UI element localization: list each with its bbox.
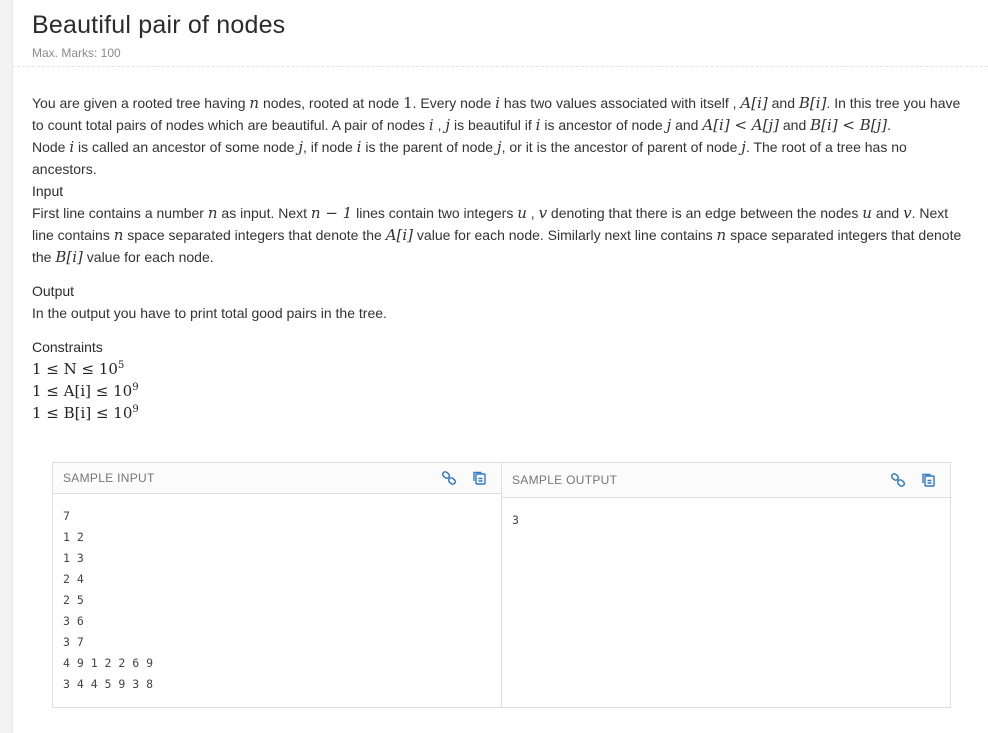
- math: u: [517, 204, 527, 222]
- constraint-b: 1 ≤ B[i] ≤ 109: [32, 402, 968, 424]
- math: B[i]: [55, 248, 83, 266]
- math-n: n: [249, 94, 260, 112]
- constraints-heading: Constraints: [32, 339, 103, 355]
- text: nodes, rooted at node: [259, 95, 404, 111]
- math: v: [903, 204, 912, 222]
- math: n: [113, 226, 124, 244]
- math-compare-a: A[i] < A[j]: [702, 116, 779, 134]
- problem-header: Beautiful pair of nodes Max. Marks: 100: [32, 8, 976, 60]
- math: A[i]: [385, 226, 414, 244]
- text: space separated integers that denote the: [123, 227, 386, 243]
- text: , if node: [302, 139, 357, 155]
- link-icon[interactable]: [890, 472, 906, 488]
- text: , or it is the ancestor of parent of nod…: [501, 139, 742, 155]
- text: First line contains a number: [32, 205, 208, 221]
- math: n: [716, 226, 727, 244]
- text: . Every node: [412, 95, 496, 111]
- math-compare-b: B[i] < B[j]: [810, 116, 888, 134]
- samples-panel: SAMPLE INPUT 7 1 2 1 3 2 4 2 5 3 6 3 7 4…: [52, 462, 951, 708]
- sample-input-box: SAMPLE INPUT 7 1 2 1 3 2 4 2 5 3 6 3 7 4…: [53, 463, 501, 707]
- text: lines contain two integers: [352, 205, 518, 221]
- text: is called an ancestor of some node: [74, 139, 299, 155]
- text: ,: [526, 205, 539, 221]
- sample-input-header: SAMPLE INPUT: [53, 463, 501, 494]
- exponent: 9: [132, 404, 139, 415]
- math: n: [207, 204, 218, 222]
- text: You are given a rooted tree having: [32, 95, 250, 111]
- constraint-text: 1 ≤ N ≤ 10: [32, 360, 118, 378]
- sample-output-box: SAMPLE OUTPUT 3: [501, 463, 950, 707]
- header-divider: [12, 66, 988, 67]
- constraint-text: 1 ≤ A[i] ≤ 10: [32, 382, 133, 400]
- statement-paragraph-2: Node i is called an ancestor of some nod…: [32, 136, 968, 180]
- sample-output-actions: [890, 472, 936, 488]
- output-description: In the output you have to print total go…: [32, 305, 387, 321]
- text: has two values associated with itself ,: [499, 95, 741, 111]
- sample-input-label: SAMPLE INPUT: [63, 471, 155, 485]
- input-description: First line contains a number n as input.…: [32, 202, 968, 268]
- constraint-n: 1 ≤ N ≤ 105: [32, 358, 968, 380]
- output-heading: Output: [32, 283, 75, 299]
- math: n − 1: [310, 204, 353, 222]
- link-icon[interactable]: [441, 470, 457, 486]
- text: and: [779, 117, 811, 133]
- text: Node: [32, 139, 70, 155]
- text: .: [887, 117, 892, 133]
- text: value for each node.: [82, 249, 214, 265]
- text: and: [871, 205, 904, 221]
- math-bi: B[i]: [798, 94, 827, 112]
- sample-output-content[interactable]: 3: [502, 498, 950, 543]
- text: is beautiful if: [450, 117, 536, 133]
- math-one: 1: [403, 94, 413, 112]
- sample-output-label: SAMPLE OUTPUT: [512, 473, 618, 487]
- sample-output-header: SAMPLE OUTPUT: [502, 463, 950, 498]
- text: value for each node. Similarly next line…: [413, 227, 717, 243]
- math: v: [538, 204, 548, 222]
- text: is the parent of node: [361, 139, 497, 155]
- text: and: [671, 117, 703, 133]
- text: ,: [433, 117, 446, 133]
- left-gutter: [0, 0, 13, 733]
- exponent: 5: [117, 360, 125, 371]
- problem-statement: You are given a rooted tree having n nod…: [32, 92, 968, 424]
- text: and: [767, 95, 799, 111]
- input-heading: Input: [32, 183, 64, 199]
- text: denoting that there is an edge between t…: [547, 205, 863, 221]
- sample-input-content[interactable]: 7 1 2 1 3 2 4 2 5 3 6 3 7 4 9 1 2 2 6 9 …: [53, 494, 501, 707]
- math: u: [862, 204, 872, 222]
- copy-icon[interactable]: [920, 472, 936, 488]
- max-marks: Max. Marks: 100: [32, 46, 121, 60]
- constraint-a: 1 ≤ A[i] ≤ 109: [32, 380, 968, 402]
- sample-input-actions: [441, 470, 487, 486]
- exponent: 9: [132, 382, 139, 393]
- text: as input. Next: [217, 205, 311, 221]
- constraint-text: 1 ≤ B[i] ≤ 10: [32, 404, 133, 422]
- statement-paragraph-1: You are given a rooted tree having n nod…: [32, 92, 968, 136]
- page-title: Beautiful pair of nodes: [32, 11, 286, 39]
- text: is ancestor of node: [540, 117, 667, 133]
- math-ai: A[i]: [740, 94, 768, 112]
- copy-icon[interactable]: [471, 470, 487, 486]
